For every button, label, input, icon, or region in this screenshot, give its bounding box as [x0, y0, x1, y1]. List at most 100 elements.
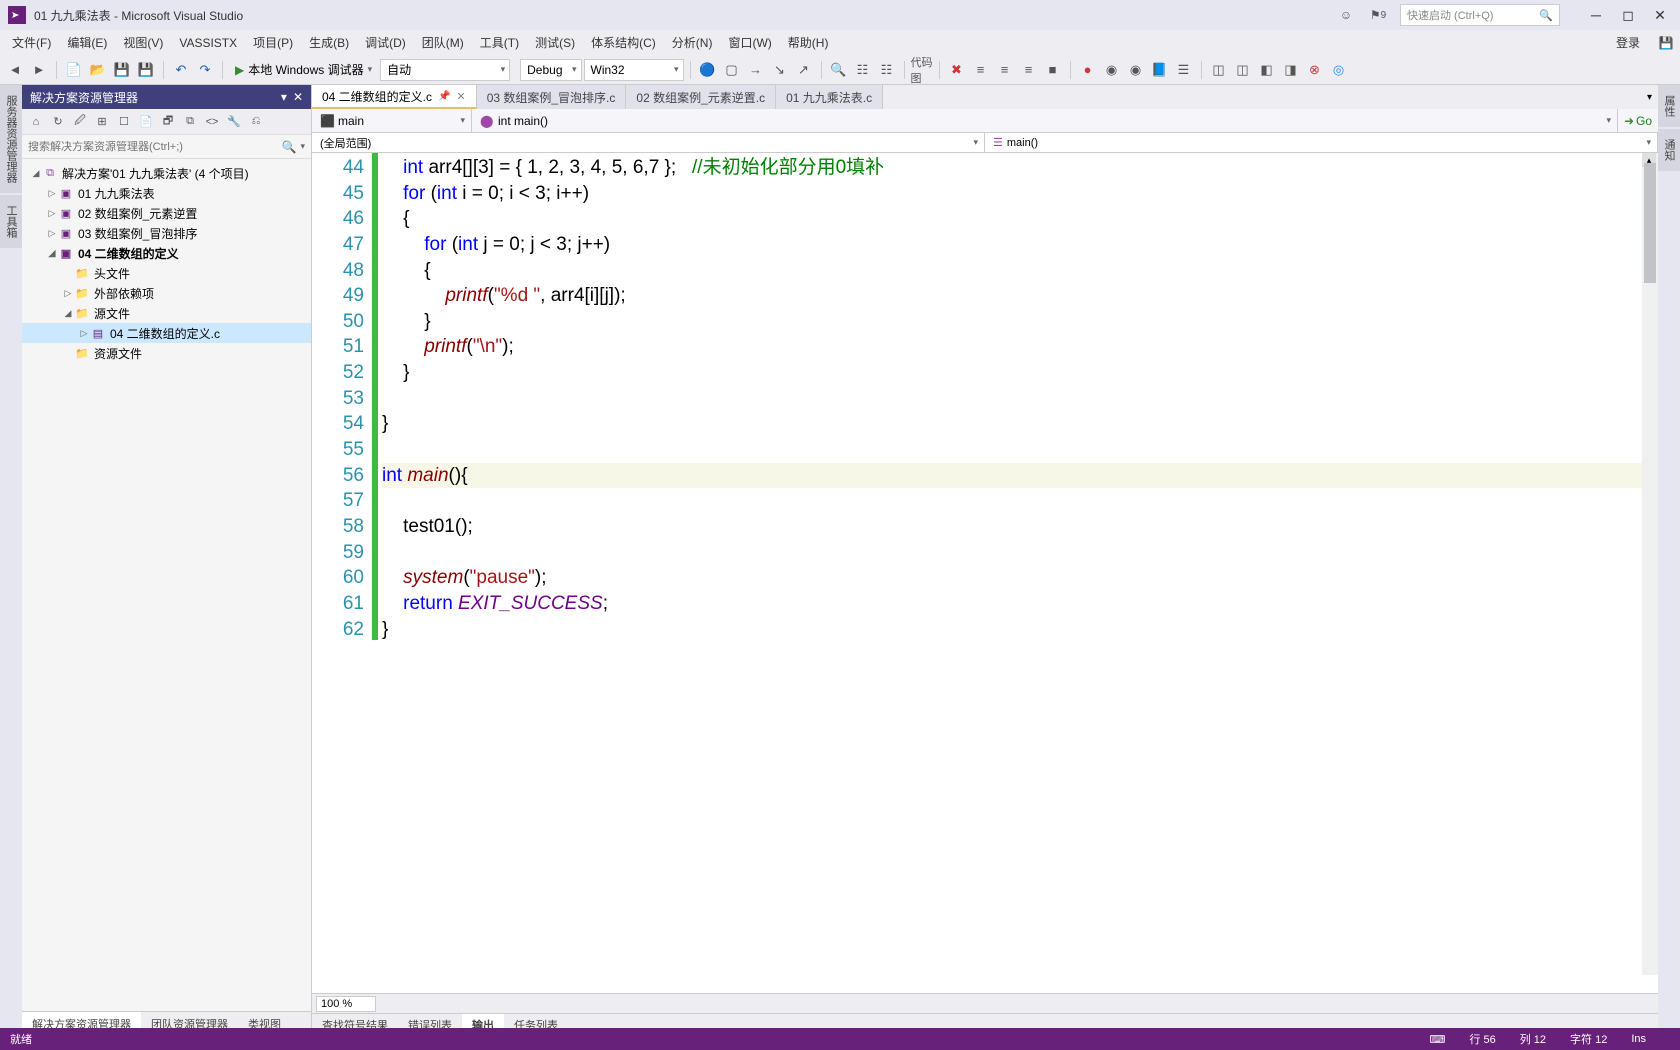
- tb-icon-d[interactable]: ≡: [1018, 59, 1040, 81]
- tb-icon-k[interactable]: ◫: [1208, 59, 1230, 81]
- open-button[interactable]: 📂: [87, 59, 109, 81]
- menu-edit[interactable]: 编辑(E): [59, 31, 115, 54]
- server-explorer-tab[interactable]: 服务器资源管理器: [0, 85, 22, 193]
- folder-headers[interactable]: 📁 头文件: [22, 263, 311, 283]
- tb-icon-g[interactable]: ◉: [1101, 59, 1123, 81]
- home-button[interactable]: ⌂: [26, 112, 46, 132]
- pbtn-3[interactable]: 🖉: [70, 112, 90, 132]
- tb-icon-4[interactable]: ↘: [769, 59, 791, 81]
- solution-search-input[interactable]: [28, 141, 282, 153]
- tb-icon-e[interactable]: ■: [1042, 59, 1064, 81]
- auto-combo[interactable]: 自动: [380, 59, 510, 81]
- tb-icon-f[interactable]: ●: [1077, 59, 1099, 81]
- code-editor[interactable]: 44454647484950515253545556575859606162 i…: [312, 153, 1658, 993]
- scope-combo-2[interactable]: ⬤ int main(): [472, 109, 1618, 132]
- pbtn-11[interactable]: ⎌: [246, 112, 266, 132]
- save-button[interactable]: 💾: [111, 59, 133, 81]
- solution-tree[interactable]: ◢⧉ 解决方案'01 九九乘法表' (4 个项目) ▷▣ 01 九九乘法表 ▷▣…: [22, 159, 311, 1011]
- show-all-button[interactable]: 📄: [136, 112, 156, 132]
- quick-launch-input[interactable]: 快速启动 (Ctrl+Q) 🔍: [1400, 4, 1560, 26]
- close-tab-icon[interactable]: ✕: [456, 90, 465, 103]
- pbtn-10[interactable]: 🔧: [224, 112, 244, 132]
- menu-analyze[interactable]: 分析(N): [664, 31, 721, 54]
- close-button[interactable]: ✕: [1648, 7, 1672, 24]
- config-combo[interactable]: Debug: [520, 59, 581, 81]
- editor-tab-active[interactable]: 04 二维数组的定义.c 📌 ✕: [312, 85, 477, 109]
- tb-icon-h[interactable]: ◉: [1125, 59, 1147, 81]
- tb-icon-c[interactable]: ≡: [994, 59, 1016, 81]
- tb-icon-i[interactable]: 📘: [1149, 59, 1171, 81]
- codemap-button[interactable]: 代码图: [911, 59, 933, 81]
- folder-source[interactable]: ◢📁 源文件: [22, 303, 311, 323]
- menu-view[interactable]: 视图(V): [115, 31, 171, 54]
- tb-icon-1[interactable]: 🔵: [697, 59, 719, 81]
- panel-close-icon[interactable]: ✕: [293, 90, 303, 104]
- editor-tab[interactable]: 02 数组案例_元素逆置.c: [626, 85, 776, 109]
- nav-fwd-button[interactable]: ►: [28, 59, 50, 81]
- pin-icon[interactable]: 📌: [438, 91, 450, 102]
- tb-icon-l[interactable]: ◫: [1232, 59, 1254, 81]
- tb-icon-j[interactable]: ☰: [1173, 59, 1195, 81]
- project-item-2[interactable]: ▷▣ 02 数组案例_元素逆置: [22, 203, 311, 223]
- tb-icon-5[interactable]: ↗: [793, 59, 815, 81]
- comment-button[interactable]: ☷: [852, 59, 874, 81]
- solution-root[interactable]: ◢⧉ 解决方案'01 九九乘法表' (4 个项目): [22, 163, 311, 183]
- menu-window[interactable]: 窗口(W): [720, 31, 779, 54]
- project-item-4[interactable]: ◢▣ 04 二维数组的定义: [22, 243, 311, 263]
- source-file-item[interactable]: ▷▤ 04 二维数组的定义.c: [22, 323, 311, 343]
- notifications-tab[interactable]: 通知: [1658, 129, 1680, 171]
- redo-button[interactable]: ↷: [194, 59, 216, 81]
- panel-dropdown-icon[interactable]: ▾: [281, 90, 287, 104]
- save-all-button[interactable]: 💾: [135, 59, 157, 81]
- tb-icon-m[interactable]: ◧: [1256, 59, 1278, 81]
- start-debug-button[interactable]: ▶ 本地 Windows 调试器 ▾: [229, 59, 378, 81]
- toolbox-tab[interactable]: 工具箱: [0, 195, 22, 248]
- project-item-3[interactable]: ▷▣ 03 数组案例_冒泡排序: [22, 223, 311, 243]
- tb-icon-n[interactable]: ◨: [1280, 59, 1302, 81]
- scope-global[interactable]: (全局范围): [312, 133, 985, 152]
- new-button[interactable]: 📄: [63, 59, 85, 81]
- editor-tab[interactable]: 01 九九乘法表.c: [776, 85, 883, 109]
- tb-icon-p[interactable]: ◎: [1328, 59, 1350, 81]
- sync-button[interactable]: ↻: [48, 112, 68, 132]
- menu-debug[interactable]: 调试(D): [357, 31, 414, 54]
- pbtn-7[interactable]: 🗗: [158, 112, 178, 132]
- tb-icon-2[interactable]: ▢: [721, 59, 743, 81]
- menu-test[interactable]: 测试(S): [527, 31, 583, 54]
- zoom-combo[interactable]: 100 %: [316, 996, 376, 1012]
- pbtn-9[interactable]: <>: [202, 112, 222, 132]
- nav-back-button[interactable]: ◄: [4, 59, 26, 81]
- editor-tab[interactable]: 03 数组案例_冒泡排序.c: [477, 85, 627, 109]
- scrollbar-thumb[interactable]: [1644, 163, 1656, 283]
- maximize-button[interactable]: ◻: [1616, 7, 1640, 24]
- solution-search[interactable]: 🔍 ▾: [22, 135, 311, 159]
- menu-team[interactable]: 团队(M): [414, 31, 472, 54]
- minimize-button[interactable]: ─: [1584, 7, 1608, 24]
- code-content[interactable]: int arr4[][3] = { 1, 2, 3, 4, 5, 6,7 }; …: [378, 153, 1658, 993]
- undo-button[interactable]: ↶: [170, 59, 192, 81]
- folder-resource[interactable]: 📁 资源文件: [22, 343, 311, 363]
- tab-dropdown-icon[interactable]: ▾: [1647, 92, 1652, 103]
- feedback-icon[interactable]: ☺: [1336, 5, 1356, 25]
- project-item-1[interactable]: ▷▣ 01 九九乘法表: [22, 183, 311, 203]
- menu-vassistx[interactable]: VASSISTX: [171, 33, 245, 53]
- tb-icon-b[interactable]: ≡: [970, 59, 992, 81]
- menu-help[interactable]: 帮助(H): [780, 31, 837, 54]
- folder-external[interactable]: ▷📁 外部依赖项: [22, 283, 311, 303]
- menu-arch[interactable]: 体系结构(C): [583, 31, 664, 54]
- pbtn-4[interactable]: ⊞: [92, 112, 112, 132]
- properties-tab[interactable]: 属性: [1658, 85, 1680, 127]
- scope-function[interactable]: ☰ main(): [985, 133, 1658, 152]
- menu-build[interactable]: 生成(B): [301, 31, 357, 54]
- vertical-scrollbar[interactable]: ▴: [1642, 153, 1658, 975]
- tb-icon-o[interactable]: ⊗: [1304, 59, 1326, 81]
- find-button[interactable]: 🔍: [828, 59, 850, 81]
- tb-icon-a[interactable]: ✖: [946, 59, 968, 81]
- tb-icon-3[interactable]: →: [745, 59, 767, 81]
- user-icon[interactable]: 💾: [1656, 33, 1676, 53]
- menu-file[interactable]: 文件(F): [4, 31, 59, 54]
- properties-button[interactable]: ⧉: [180, 112, 200, 132]
- pbtn-5[interactable]: ☐: [114, 112, 134, 132]
- notifications-icon[interactable]: ⚑9: [1368, 5, 1388, 25]
- scope-combo-1[interactable]: ⬛ main: [312, 109, 472, 132]
